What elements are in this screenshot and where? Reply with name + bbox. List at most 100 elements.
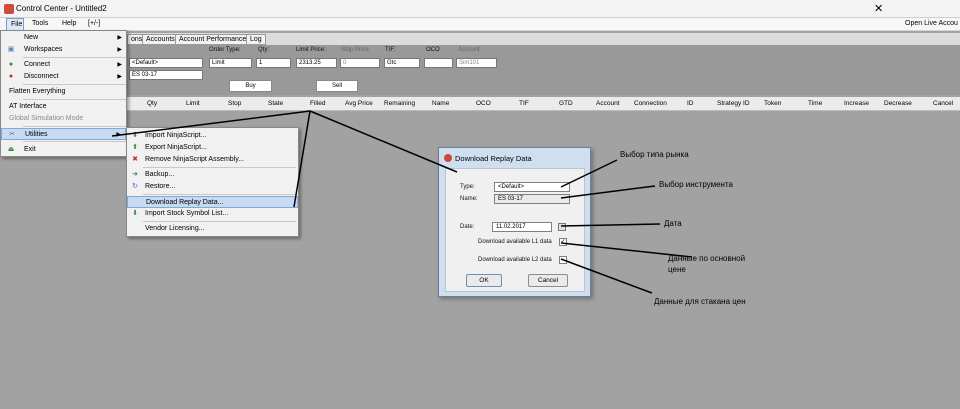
limit-price-input[interactable]: 2313.25 xyxy=(296,58,337,68)
menu-item-backup-label: Backup... xyxy=(145,171,175,178)
grid-column-avg-price[interactable]: Avg Price xyxy=(345,100,373,107)
exit-icon: ⏏ xyxy=(7,146,15,153)
grid-column-strategy-id[interactable]: Strategy ID xyxy=(717,100,750,107)
market-type-select[interactable]: <Default> xyxy=(494,182,570,192)
menu-item-export-ninjascript-label: Export NinjaScript... xyxy=(145,144,207,151)
date-picker[interactable]: 11.02.2017 xyxy=(492,222,552,232)
menu-item-workspaces[interactable]: ▣ Workspaces ▶ xyxy=(1,44,126,56)
tab-accounts[interactable]: Accounts xyxy=(142,34,179,45)
menu-separator xyxy=(143,194,296,195)
import-list-icon: ⬇ xyxy=(132,210,138,217)
remove-icon: ✖ xyxy=(132,156,138,163)
grid-column-account[interactable]: Account xyxy=(596,100,620,107)
grid-column-filled[interactable]: Filled xyxy=(310,100,326,107)
submenu-arrow-icon: ▶ xyxy=(117,62,122,68)
buy-button[interactable]: Buy xyxy=(229,80,272,92)
grid-column-token[interactable]: Token xyxy=(764,100,781,107)
menu-expand[interactable]: [+/-] xyxy=(88,20,100,27)
stop-price-label: Stop Price xyxy=(341,47,369,53)
account-select[interactable]: Sim101 xyxy=(456,58,497,68)
menu-item-export-ninjascript[interactable]: ⬆ Export NinjaScript... xyxy=(127,142,298,154)
tif-select[interactable]: Gtc xyxy=(384,58,420,68)
tab-log[interactable]: Log xyxy=(246,34,266,45)
menu-item-remove-ninjascript-assembly[interactable]: ✖ Remove NinjaScript Assembly... xyxy=(127,154,298,166)
menu-item-utilities[interactable]: ✂ Utilities ▶ xyxy=(1,128,126,140)
grid-column-stop[interactable]: Stop xyxy=(228,100,241,107)
window-close-icon[interactable]: ✕ xyxy=(874,2,883,15)
ok-button[interactable]: OK xyxy=(466,274,502,287)
order-type-select[interactable]: Limit xyxy=(209,58,252,68)
sell-button[interactable]: Sell xyxy=(316,80,358,92)
grid-column-remaining[interactable]: Remaining xyxy=(384,100,415,107)
menu-item-import-stock-symbol-list[interactable]: ⬇ Import Stock Symbol List... xyxy=(127,208,298,220)
tab-strip: ons Accounts Account Performance Log xyxy=(0,33,960,45)
l2-data-checkbox[interactable] xyxy=(559,256,567,264)
menu-item-global-simulation-mode[interactable]: Global Simulation Mode xyxy=(1,113,126,125)
stop-price-input[interactable]: 0 xyxy=(340,58,380,68)
export-icon: ⬆ xyxy=(132,144,138,151)
grid-column-limit[interactable]: Limit xyxy=(186,100,200,107)
menu-bar: File Tools Help [+/-] Open Live Accou xyxy=(0,18,960,31)
calendar-icon[interactable] xyxy=(558,223,566,231)
annotation-instrument: Выбор инструмента xyxy=(659,180,733,189)
grid-column-cancel[interactable]: Cancel xyxy=(933,100,953,107)
l2-data-label: Download available L2 data xyxy=(478,257,552,263)
file-menu: New ▶ ▣ Workspaces ▶ ● Connect ▶ ● Disco… xyxy=(0,30,127,157)
oco-label: OCO xyxy=(426,47,440,53)
menu-item-vendor-licensing[interactable]: Vendor Licensing... xyxy=(127,223,298,235)
menu-separator xyxy=(23,141,126,142)
menu-item-at-interface[interactable]: AT Interface xyxy=(1,101,126,113)
backup-icon: ➜ xyxy=(132,171,138,178)
grid-column-increase[interactable]: Increase xyxy=(844,100,869,107)
order-entry-toolbar: Order Type: Qty: Limit Price: Stop Price… xyxy=(0,45,960,95)
l1-data-label: Download available L1 data xyxy=(478,239,552,245)
grid-column-oco[interactable]: OCO xyxy=(476,100,491,107)
grid-column-time[interactable]: Time xyxy=(808,100,822,107)
menu-separator xyxy=(23,57,126,58)
grid-column-state[interactable]: State xyxy=(268,100,283,107)
menu-item-exit[interactable]: ⏏ Exit xyxy=(1,144,126,156)
grid-column-gtd[interactable]: GTD xyxy=(559,100,573,107)
account-label: Account xyxy=(458,47,480,53)
grid-column-connection[interactable]: Connection xyxy=(634,100,667,107)
l1-data-checkbox[interactable]: ✓ xyxy=(559,238,567,246)
tif-label: TIF: xyxy=(385,47,396,53)
menu-tools[interactable]: Tools xyxy=(32,20,48,27)
grid-column-decrease[interactable]: Decrease xyxy=(884,100,912,107)
annotation-market-type: Выбор типа рынка xyxy=(620,150,689,159)
grid-column-qty[interactable]: Qty xyxy=(147,100,157,107)
type-select[interactable]: <Default> xyxy=(129,58,203,68)
menu-item-import-ninjascript[interactable]: ⬇ Import NinjaScript... xyxy=(127,130,298,142)
instrument-select[interactable]: ES 03-17 xyxy=(129,70,203,80)
title-bar: Control Center - Untitled2 ✕ xyxy=(0,0,960,18)
menu-item-new[interactable]: New ▶ xyxy=(1,32,126,44)
menu-item-backup[interactable]: ➜ Backup... xyxy=(127,169,298,181)
dialog-body: Type: <Default> Name: ES 03-17 Date: 11.… xyxy=(445,168,585,292)
restore-icon: ↻ xyxy=(132,183,138,190)
instrument-name-select[interactable]: ES 03-17 xyxy=(494,194,570,204)
grid-column-name[interactable]: Name xyxy=(432,100,449,107)
tab-account-performance[interactable]: Account Performance xyxy=(175,34,251,45)
annotation-date: Дата xyxy=(664,219,682,228)
menu-separator xyxy=(23,99,126,100)
menu-item-restore[interactable]: ↻ Restore... xyxy=(127,181,298,193)
grid-column-tif[interactable]: TIF xyxy=(519,100,529,107)
menu-item-connect[interactable]: ● Connect ▶ xyxy=(1,59,126,71)
type-label: Type: xyxy=(460,184,475,190)
menu-item-disconnect[interactable]: ● Disconnect ▶ xyxy=(1,71,126,83)
menu-separator xyxy=(143,167,296,168)
oco-input[interactable] xyxy=(424,58,453,68)
tools-icon: ✂ xyxy=(9,131,15,138)
app-icon xyxy=(444,154,452,162)
submenu-arrow-icon: ▶ xyxy=(117,47,122,53)
menu-help[interactable]: Help xyxy=(62,20,76,27)
menu-item-download-replay-data[interactable]: Download Replay Data... xyxy=(127,196,298,208)
menu-item-import-stock-label: Import Stock Symbol List... xyxy=(145,210,229,217)
qty-input[interactable]: 1 xyxy=(256,58,291,68)
submenu-arrow-icon: ▶ xyxy=(117,74,122,80)
menu-item-flatten-everything[interactable]: Flatten Everything xyxy=(1,86,126,98)
grid-column-id[interactable]: ID xyxy=(687,100,694,107)
open-live-account-link[interactable]: Open Live Accou xyxy=(905,20,958,27)
cancel-button[interactable]: Cancel xyxy=(528,274,568,287)
orders-grid-header: Qty Limit Stop State Filled Avg Price Remainin… xyxy=(0,97,960,111)
